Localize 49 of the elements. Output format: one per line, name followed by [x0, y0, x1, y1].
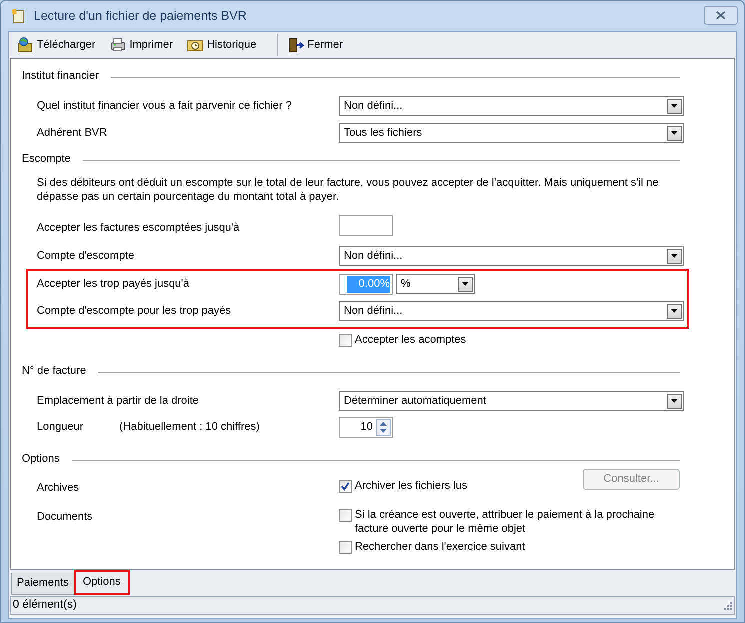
description-text: Si des débiteurs ont déduit un escompte sur le total de leur facture, vous pouvez accepter de l'acquitter. Mais uniquement s'il ne dépasse pas un certain pourcentage du montant total à payer.	[37, 176, 660, 204]
checkbox-label: Rechercher dans l'exercice suivant	[355, 540, 526, 554]
field-label: Compte d'escompte	[37, 249, 134, 264]
toolbar-button[interactable]: Fermer	[286, 34, 346, 56]
input-field[interactable]	[339, 215, 393, 236]
number-spinner[interactable]: 10	[339, 417, 393, 438]
section-heading: N° de facture	[22, 364, 86, 379]
section-heading: Options	[22, 452, 60, 467]
close-icon	[716, 10, 726, 20]
document-icon	[10, 8, 26, 24]
checkbox-label: Accepter les acomptes	[355, 333, 466, 347]
checkbox[interactable]	[339, 541, 352, 554]
field-label: Documents	[37, 510, 93, 525]
toolbar-button[interactable]: Télécharger	[15, 34, 98, 56]
consult-button: Consulter...	[583, 469, 680, 490]
checkbox[interactable]	[339, 480, 352, 493]
field-label: Compte d'escompte pour les trop payés	[37, 304, 232, 319]
window-title: Lecture d'un fichier de paiements BVR	[34, 8, 247, 25]
door-arrow-icon	[288, 36, 305, 54]
spinner-arrows-icon	[376, 419, 391, 436]
toolbar-button[interactable]: Historique	[185, 34, 259, 56]
download-icon	[17, 36, 34, 54]
tab[interactable]: Options	[74, 570, 130, 595]
dropdown-field[interactable]: Déterminer automatiquement	[339, 391, 684, 411]
field-label: Accepter les factures escomptées jusqu'à	[37, 221, 240, 236]
checkbox-label: Si la créance est ouverte, attribuer le paiement à la prochaine facture ouverte pour le même objet	[355, 508, 656, 536]
toolbar-button[interactable]: Imprimer	[108, 34, 176, 56]
checkbox[interactable]	[339, 334, 352, 347]
field-label: Longueur	[37, 420, 84, 435]
dropdown-field[interactable]: Tous les fichiers	[339, 123, 684, 143]
field-label: Emplacement à partir de la droite	[37, 394, 200, 409]
resize-grip-icon	[723, 601, 732, 610]
checkbox[interactable]	[339, 509, 352, 522]
field-label: Accepter les trop payés jusqu'à	[37, 277, 190, 292]
dropdown-field[interactable]: Non défini...	[339, 301, 684, 321]
dropdown-field[interactable]: %	[396, 274, 475, 294]
section-heading: Institut financier	[22, 68, 100, 84]
tab[interactable]: Paiements	[11, 573, 74, 595]
field-label: Archives	[37, 481, 80, 496]
field-label: Quel institut financier vous a fait parvenir ce fichier ?	[37, 99, 292, 114]
section-heading: Escompte	[22, 152, 71, 167]
hint-text: (Habituellement : 10 chiffres)	[120, 420, 260, 435]
dropdown-field[interactable]: Non défini...	[339, 246, 684, 266]
checkbox-label: Archiver les fichiers lus	[355, 479, 468, 493]
status-text: 0 élément(s)	[13, 598, 77, 613]
close-button[interactable]	[704, 6, 738, 24]
field-label: Adhérent BVR	[37, 126, 108, 141]
dropdown-field[interactable]: Non défini...	[339, 96, 684, 116]
printer-icon	[110, 36, 127, 54]
